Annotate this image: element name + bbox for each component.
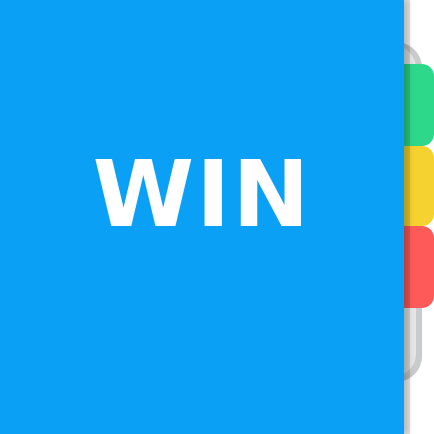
cover-title: WIN [92, 141, 312, 248]
cover-spine-shadow [404, 0, 410, 434]
app-icon: WIN [0, 0, 434, 434]
notebook-cover: WIN [0, 0, 404, 434]
